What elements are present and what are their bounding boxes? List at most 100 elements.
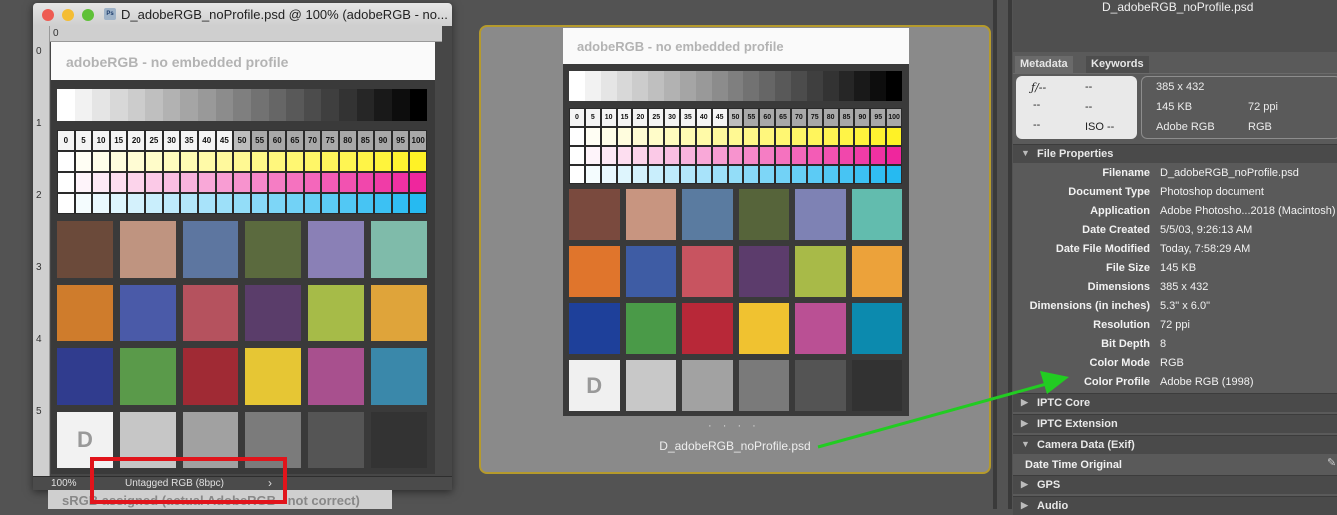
tint-swatch <box>250 151 269 172</box>
prop-value[interactable]: 385 x 432 <box>1160 281 1208 293</box>
color-patch: D <box>569 360 620 411</box>
tint-swatch <box>303 172 322 193</box>
grayscale-ramp <box>569 71 903 101</box>
horizontal-ruler[interactable]: 0 <box>50 26 442 42</box>
prop-value[interactable]: Today, 7:58:29 AM <box>1160 243 1250 255</box>
prop-value[interactable]: 145 KB <box>1160 262 1196 274</box>
color-patch <box>682 360 733 411</box>
gray-step <box>321 89 339 121</box>
edit-pencil-icon[interactable]: ✎ <box>1327 456 1336 469</box>
tint-swatch <box>145 193 163 214</box>
section-file-properties[interactable]: ▼ File Properties <box>1013 144 1337 163</box>
tint-swatch <box>838 127 855 146</box>
document-canvas[interactable]: adobeRGB - no embedded profile 0 5 10 15 20 2… <box>51 42 435 474</box>
gray-step <box>806 71 823 101</box>
tint-scale-grid: 0 5 10 15 20 25 30 35 40 45 50 55 60 65 70 75 80 85 90 95 10… <box>569 108 902 184</box>
tint-swatch <box>109 172 128 193</box>
tint-label: 70 <box>303 130 322 151</box>
disclosure-closed-icon[interactable]: ▶ <box>1021 397 1028 408</box>
tint-swatch <box>648 146 665 165</box>
color-patch <box>182 284 239 341</box>
tab-keywords[interactable]: Keywords <box>1086 56 1149 74</box>
gray-step <box>600 71 617 101</box>
disclosure-open-icon[interactable]: ▼ <box>1021 148 1030 158</box>
tint-label: 50 <box>233 130 251 151</box>
prop-value[interactable]: 5.3" x 6.0" <box>1160 300 1210 312</box>
tint-swatch <box>711 165 728 184</box>
tint-swatch <box>870 127 887 146</box>
tint-label: 85 <box>356 130 375 151</box>
section-gps[interactable]: ▶ GPS <box>1013 475 1337 494</box>
tint-label: 20 <box>632 108 649 127</box>
tint-swatch <box>391 193 410 214</box>
prop-value[interactable]: 72 ppi <box>1160 319 1190 331</box>
color-patch <box>182 348 239 405</box>
tint-swatch <box>374 193 392 214</box>
zoom-window-button[interactable] <box>82 9 94 21</box>
disclosure-open-icon[interactable]: ▼ <box>1021 439 1030 449</box>
bridge-preview-panel[interactable]: adobeRGB - no embedded profile 0 5 10 15 20 2… <box>479 25 991 474</box>
tint-label: 85 <box>838 108 855 127</box>
prop-label: Filename <box>1102 167 1150 179</box>
prop-value[interactable]: RGB <box>1160 357 1184 369</box>
tint-swatch <box>886 146 902 165</box>
tab-metadata[interactable]: Metadata <box>1015 56 1073 74</box>
tint-swatch <box>679 127 696 146</box>
tint-swatch <box>180 172 198 193</box>
prop-value[interactable]: 8 <box>1160 338 1166 350</box>
tint-swatch <box>215 193 234 214</box>
gray-step <box>109 89 128 121</box>
zoom-level[interactable]: 100% <box>51 478 77 489</box>
color-patch <box>795 189 846 240</box>
section-camera-data[interactable]: ▼ Camera Data (Exif) <box>1013 435 1337 454</box>
disclosure-closed-icon[interactable]: ▶ <box>1021 500 1028 511</box>
tint-swatch <box>743 146 760 165</box>
color-patch <box>569 189 620 240</box>
tint-swatch <box>286 151 304 172</box>
prop-label: Resolution <box>1093 319 1150 331</box>
color-patch <box>851 360 902 411</box>
minimize-window-button[interactable] <box>62 9 74 21</box>
tint-label: 50 <box>727 108 744 127</box>
tint-swatch <box>162 151 181 172</box>
highlight-annotation <box>90 457 287 504</box>
section-iptc-extension[interactable]: ▶ IPTC Extension <box>1013 414 1337 433</box>
disclosure-closed-icon[interactable]: ▶ <box>1021 479 1028 490</box>
tint-swatch <box>886 165 902 184</box>
document-window[interactable]: Ps D_adobeRGB_noProfile.psd @ 100% (adob… <box>33 3 452 490</box>
tint-swatch <box>632 146 649 165</box>
tint-swatch <box>374 172 392 193</box>
close-window-button[interactable] <box>42 9 54 21</box>
tint-swatch <box>391 151 410 172</box>
tint-label: 45 <box>711 108 728 127</box>
prop-value[interactable]: 5/5/03, 9:26:13 AM <box>1160 224 1252 236</box>
prop-label: Date File Modified <box>1055 243 1150 255</box>
gray-step <box>632 71 649 101</box>
patch-letter: D <box>586 372 603 398</box>
prop-value[interactable]: Adobe Photosho...2018 (Macintosh) <box>1160 205 1336 217</box>
tint-label: 75 <box>321 130 339 151</box>
color-patch <box>57 221 113 278</box>
prop-value[interactable]: Adobe RGB (1998) <box>1160 376 1254 388</box>
tint-swatch <box>127 193 146 214</box>
disclosure-closed-icon[interactable]: ▶ <box>1021 418 1028 429</box>
tint-swatch <box>870 146 887 165</box>
tint-swatch <box>74 172 93 193</box>
prop-value[interactable]: Photoshop document <box>1160 186 1264 198</box>
tint-swatch <box>775 127 791 146</box>
vertical-ruler[interactable]: 0 1 2 3 4 5 <box>33 26 50 476</box>
tint-swatch <box>616 146 633 165</box>
section-audio[interactable]: ▶ Audio <box>1013 496 1337 515</box>
preview-thumbnail[interactable]: adobeRGB - no embedded profile 0 5 10 15 20 2… <box>563 28 909 416</box>
window-titlebar[interactable]: Ps D_adobeRGB_noProfile.psd @ 100% (adob… <box>33 3 452 26</box>
tint-swatch <box>356 151 375 172</box>
color-patch <box>245 221 302 278</box>
panel-divider[interactable] <box>993 0 997 509</box>
prop-value[interactable]: D_adobeRGB_noProfile.psd <box>1160 167 1299 179</box>
prop-label: Color Profile <box>1083 376 1150 388</box>
tint-label: 0 <box>57 130 75 151</box>
tint-swatch <box>162 172 181 193</box>
tint-swatch <box>600 146 617 165</box>
tint-swatch <box>57 193 75 214</box>
section-iptc-core[interactable]: ▶ IPTC Core <box>1013 393 1337 412</box>
